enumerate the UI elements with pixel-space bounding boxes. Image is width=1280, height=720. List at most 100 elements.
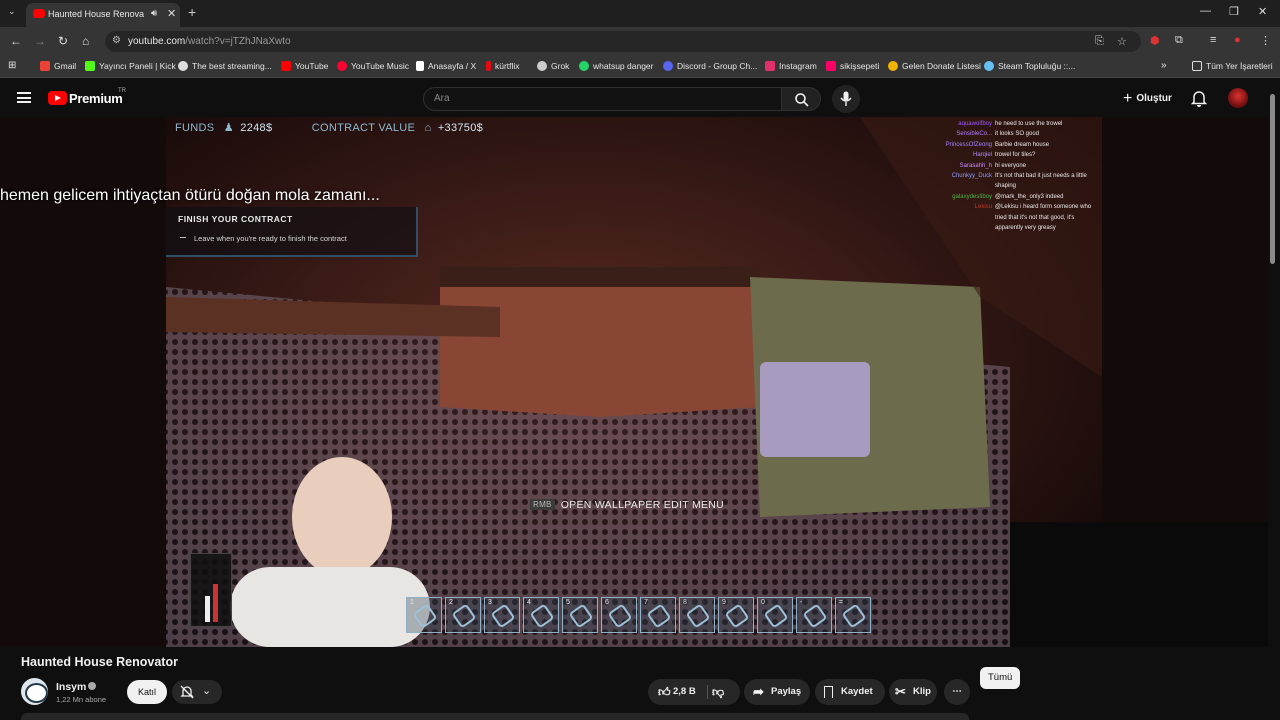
bookmarks-bar: ⊞ Gmail Yayıncı Paneli | Kick The best s… [0, 55, 1280, 78]
all-bookmarks-folder[interactable]: Tüm Yer İşaretleri [1192, 61, 1273, 71]
dislike-button[interactable]: 👎︎ [712, 679, 724, 705]
save-button[interactable]: Kaydet [815, 679, 885, 705]
chat-message: Sarasahh_h hi everyone [959, 162, 1027, 169]
address-bar[interactable]: ⚙ youtube.com/watch?v=jTZhJNaXwto ⎘ ☆ [105, 31, 1141, 52]
tool-icon [490, 603, 516, 629]
more-actions-button[interactable]: ⋯ [944, 679, 970, 705]
forward-icon[interactable]: → [34, 34, 46, 48]
bookmark-whatsapp[interactable]: whatsup danger [579, 61, 654, 71]
hotbar-slot: 8 [679, 597, 715, 633]
notifications-bell-icon[interactable] [1191, 89, 1207, 107]
youtube-favicon-icon [33, 9, 45, 18]
hotbar-slot: 7 [640, 597, 676, 633]
join-button[interactable]: Katıl [127, 680, 167, 704]
home-icon[interactable]: ⌂ [82, 34, 89, 48]
description-box[interactable] [21, 713, 969, 720]
save-bookmark-icon [824, 686, 833, 698]
bookmark-kurtflix[interactable]: kürtflix [486, 61, 520, 71]
bookmark-kick[interactable]: Yayıncı Paneli | Kick [85, 61, 176, 71]
speaker-icon[interactable]: 🔊︎ [151, 8, 157, 19]
house-icon: ⌂ [424, 122, 432, 134]
tool-icon [607, 603, 633, 629]
chat-message: aquawolfboy he need to use the trowel [958, 121, 1063, 127]
hotbar-slot: 9 [718, 597, 754, 633]
search-icon [795, 93, 809, 107]
bell-off-icon [180, 685, 194, 699]
audio-meter [190, 553, 232, 627]
scrollbar-thumb[interactable] [1270, 94, 1275, 264]
bookmark-donate[interactable]: Gelen Donate Listesi [888, 61, 981, 71]
media-control-icon[interactable]: ≡ [1210, 34, 1216, 46]
clip-button[interactable]: ✂ Klip [889, 679, 937, 705]
thumbs-up-icon: 👍︎ [658, 685, 671, 699]
new-tab-button[interactable]: + [188, 4, 196, 20]
youtube-logo-icon[interactable] [48, 91, 67, 105]
bookmark-star-icon[interactable]: ☆ [1117, 35, 1127, 48]
tool-icon [802, 603, 828, 629]
bookmark-sikissepeti[interactable]: sikişsepeti [826, 61, 879, 71]
hotbar-slot: 0 [757, 597, 793, 633]
browser-tab-bar: ⌄ Haunted House Renovator 🔊︎ ✕ + — ❐ ✕ [0, 0, 1280, 27]
extensions-puzzle-icon[interactable]: ⧉ [1175, 34, 1183, 47]
bookmark-x[interactable]: Anasayfa / X [416, 61, 476, 71]
close-window-icon[interactable]: ✕ [1258, 5, 1267, 18]
video-player[interactable]: FUNDS ♟ 2248$ CONTRACT VALUE ⌂ +33750$ F… [0, 117, 1268, 647]
page-scrollbar[interactable] [1269, 88, 1275, 550]
hotbar-slot: 6 [601, 597, 637, 633]
funds-value: 2248$ [240, 122, 273, 134]
channel-name[interactable]: Insym [56, 681, 86, 693]
hotbar-slot: = [835, 597, 871, 633]
search-input[interactable]: Ara [423, 87, 782, 111]
install-app-icon[interactable]: ⎘ [1095, 35, 1104, 48]
voice-search-button[interactable] [832, 85, 860, 113]
more-bookmarks-chevron-icon[interactable]: » [1161, 60, 1167, 71]
browser-menu-icon[interactable]: ⋮ [1260, 34, 1271, 47]
chat-message: SensibleCo... it looks SO good [956, 131, 1040, 138]
filter-chip-all[interactable]: Tümü [980, 667, 1020, 689]
browser-toolbar: ← → ↻ ⌂ ⚙ youtube.com/watch?v=jTZhJNaXwt… [0, 27, 1280, 55]
site-info-icon[interactable]: ⚙ [112, 35, 121, 46]
reload-icon[interactable]: ↻ [58, 34, 68, 48]
apps-grid-icon[interactable]: ⊞ [8, 60, 16, 71]
search-button[interactable] [781, 87, 821, 111]
like-dislike-group: 👍︎ 2,8 B 👎︎ [648, 679, 740, 705]
back-icon[interactable]: ← [10, 34, 22, 48]
hotbar-slot: 2 [445, 597, 481, 633]
bookmark-instagram[interactable]: Instagram [765, 61, 817, 71]
bookmark-grok[interactable]: Grok [537, 61, 569, 71]
bookmark-youtube[interactable]: YouTube [281, 61, 328, 71]
hotbar-slot: - [796, 597, 832, 633]
user-avatar[interactable] [1228, 88, 1248, 108]
contract-value: +33750$ [437, 122, 484, 134]
scissors-icon: ✂ [895, 684, 906, 699]
tool-icon [412, 603, 438, 629]
tool-icon [763, 603, 789, 629]
plus-icon: + [1123, 90, 1133, 107]
bookmark-discord[interactable]: Discord - Group Ch... [663, 61, 757, 71]
chat-message: galaxydestiboy @mark_the_only3 indeed [952, 193, 1064, 200]
minimize-icon[interactable]: — [1200, 5, 1211, 17]
share-button[interactable]: ➦ Paylaş [744, 679, 810, 705]
menu-hamburger-icon[interactable] [17, 92, 31, 103]
profile-icon[interactable]: ● [1234, 34, 1241, 46]
chat-message: PrincessOfZeong Barbie dream house [945, 141, 1050, 148]
like-button[interactable]: 👍︎ 2,8 B [654, 679, 702, 705]
create-button[interactable]: + Oluştur [1113, 88, 1182, 110]
bookmark-steam[interactable]: Steam Topluluğu ::... [984, 61, 1075, 71]
subscribed-notifications-button[interactable]: ⌄ [172, 680, 222, 704]
maximize-icon[interactable]: ❐ [1229, 5, 1239, 18]
extension-adblock-icon[interactable]: ⬢ [1150, 34, 1160, 47]
bookmark-gmail[interactable]: Gmail [40, 61, 76, 71]
microphone-icon [840, 91, 852, 106]
close-tab-icon[interactable]: ✕ [167, 7, 176, 20]
bookmark-streaming[interactable]: The best streaming... [178, 61, 272, 71]
chat-message: Lekisu @Lekisu i heard form someone who t… [974, 204, 1092, 232]
bookmark-youtube-music[interactable]: YouTube Music [337, 61, 409, 71]
youtube-premium-wordmark[interactable]: Premium [69, 91, 123, 106]
tool-icon [451, 603, 477, 629]
url-text: youtube.com/watch?v=jTZhJNaXwto [128, 36, 291, 47]
browser-tab[interactable]: Haunted House Renovator 🔊︎ ✕ [26, 3, 180, 27]
channel-avatar[interactable] [21, 678, 48, 705]
tab-search-chevron-icon[interactable]: ⌄ [8, 6, 16, 17]
stream-chat-overlay: aquawolfboy he need to use the trowel Sen… [920, 119, 1102, 233]
